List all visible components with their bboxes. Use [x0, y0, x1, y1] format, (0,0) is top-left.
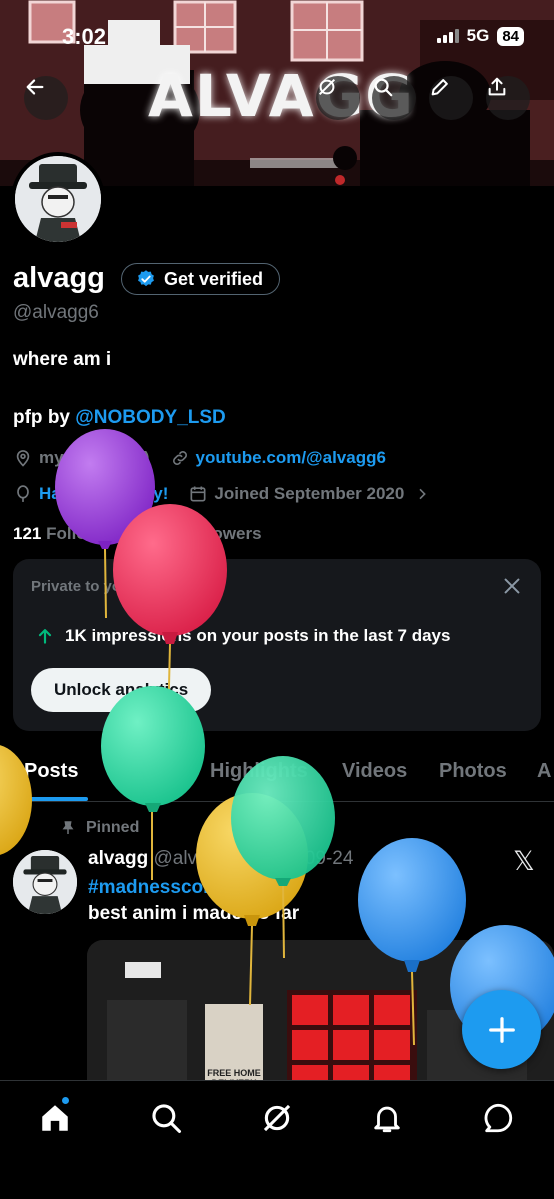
tab-videos[interactable]: Videos — [342, 760, 407, 783]
bio-mention-link[interactable]: @NOBODY_LSD — [75, 407, 226, 428]
post-avatar[interactable] — [13, 850, 77, 914]
display-name: alvagg — [13, 262, 105, 294]
tab-posts[interactable]: Posts — [24, 760, 78, 783]
profile-avatar[interactable] — [11, 152, 105, 246]
bio-prefix: pfp by — [13, 407, 76, 428]
compose-post-button[interactable] — [462, 990, 541, 1069]
network-label: 5G — [466, 26, 490, 45]
pencil-icon — [431, 79, 448, 96]
plus-icon — [488, 1016, 515, 1043]
unlock-analytics-button[interactable]: Unlock analytics — [31, 668, 212, 712]
search-icon[interactable] — [149, 1101, 183, 1135]
edit-button[interactable] — [429, 76, 473, 120]
calendar-icon — [190, 486, 206, 502]
link-icon — [172, 451, 187, 465]
pinned-indicator: Pinned — [60, 819, 139, 837]
post-header: alvagg @alvagg6 · 2024-09-24 — [88, 848, 353, 870]
chevron-right-icon[interactable] — [414, 486, 430, 502]
meta-row-dates: Happy birthday! Joined September 2020 — [13, 484, 430, 504]
avatar-image — [15, 156, 101, 242]
close-icon[interactable] — [501, 575, 523, 597]
pin-icon — [62, 821, 74, 834]
private-analytics-card: Private to you 1K impressions on your po… — [13, 559, 541, 731]
signal-icon — [436, 29, 459, 43]
impressions-stat: 1K impressions on your posts in the last… — [35, 626, 450, 646]
follow-stats: 121 Following 123 Followers — [13, 524, 262, 544]
private-card-label: Private to you — [31, 578, 131, 595]
bell-icon[interactable] — [370, 1101, 404, 1135]
following-label: Following — [46, 524, 126, 543]
grok-icon[interactable] — [260, 1101, 294, 1135]
grok-icon — [318, 78, 336, 96]
get-verified-button[interactable]: Get verified — [121, 263, 281, 295]
impressions-text: 1K impressions on your posts in the last… — [65, 626, 451, 645]
grok-button[interactable] — [316, 76, 360, 120]
following-link[interactable]: 121 Following — [13, 524, 125, 543]
meta-row-location: my house (4:) youtube.com/@alvagg6 — [13, 448, 386, 468]
pinned-label: Pinned — [86, 819, 140, 836]
active-tab-indicator — [22, 797, 88, 801]
arrow-left-icon — [26, 79, 44, 95]
tab-photos[interactable]: Photos — [439, 760, 507, 783]
website-link[interactable]: youtube.com/@alvagg6 — [196, 448, 386, 468]
get-verified-label: Get verified — [164, 268, 264, 289]
back-button[interactable] — [24, 76, 68, 120]
location-icon — [16, 450, 30, 467]
following-count: 121 — [13, 524, 42, 543]
verified-badge-icon — [138, 270, 154, 287]
post-hashtag[interactable]: #madnesscombat — [88, 877, 249, 899]
followers-label: Followers — [182, 524, 262, 543]
tab-highlights[interactable]: Highlights — [210, 760, 308, 783]
share-icon — [488, 77, 506, 96]
followers-count: 123 — [149, 524, 178, 543]
arrow-up-icon — [38, 629, 52, 644]
location-label: my house (4:) — [39, 448, 150, 467]
bio-line-2: pfp by @NOBODY_LSD — [13, 407, 226, 429]
search-button[interactable] — [372, 76, 416, 120]
tab-replies[interactable]: Replies — [108, 760, 179, 783]
bottom-navigation — [0, 1080, 554, 1199]
profile-handle: @alvagg6 — [13, 302, 99, 323]
home-icon[interactable] — [38, 1101, 72, 1135]
balloon-icon — [17, 485, 29, 502]
bio-line-1: where am i — [13, 349, 112, 370]
x-logo-icon: 𝕏 — [513, 846, 535, 876]
message-icon[interactable] — [481, 1101, 515, 1135]
post-author-name[interactable]: alvagg — [88, 848, 148, 869]
profile-tabs: Posts Replies Highlights Videos Photos A — [0, 748, 554, 802]
post-handle-date: @alvagg6 · 2024-09-24 — [153, 848, 354, 869]
search-icon — [374, 78, 393, 97]
birthday-label[interactable]: Happy birthday! — [39, 484, 168, 504]
post-text: best anim i made so far — [88, 903, 300, 924]
battery-indicator: 84 — [497, 26, 524, 46]
status-indicators: 5G 84 — [436, 26, 524, 46]
status-time: 3:02 — [62, 24, 107, 49]
followers-link[interactable]: 123 Followers — [149, 524, 261, 543]
tab-articles[interactable]: A — [537, 760, 551, 783]
home-unread-dot — [62, 1097, 69, 1104]
post-avatar-image — [13, 850, 77, 914]
joined-label: Joined September 2020 — [214, 484, 405, 503]
profile-banner: ALVAGG 3:02 5G 84 — [0, 0, 554, 186]
share-button[interactable] — [486, 76, 530, 120]
